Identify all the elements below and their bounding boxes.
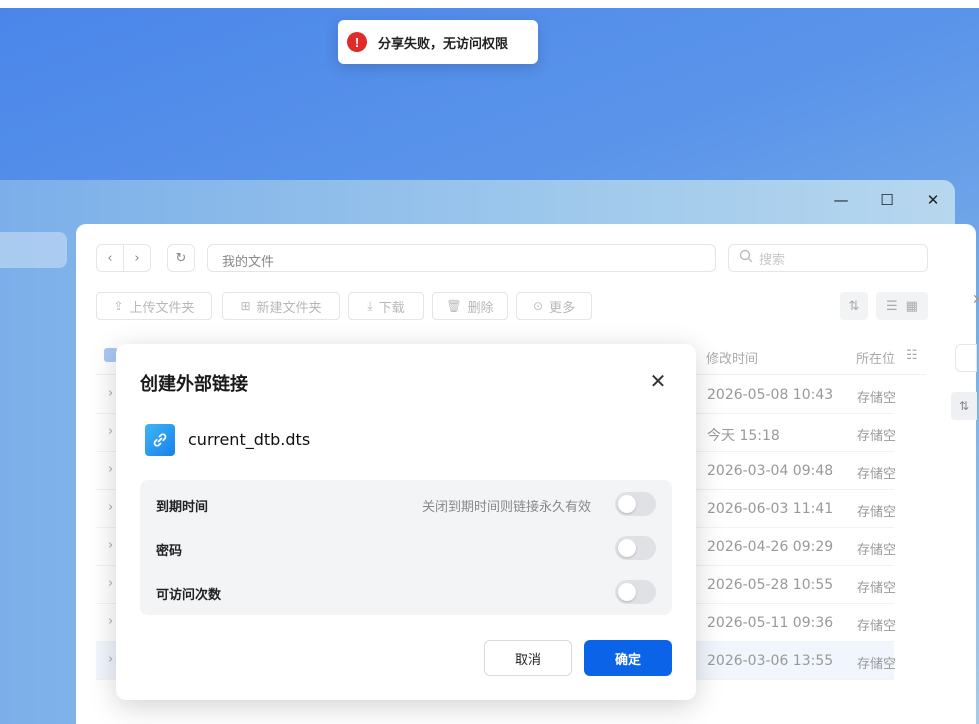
location-cell: 存储空 bbox=[857, 619, 897, 634]
top-strip bbox=[0, 0, 979, 8]
password-toggle[interactable] bbox=[615, 536, 656, 560]
maximize-icon: ☐ bbox=[880, 191, 894, 209]
confirm-button[interactable]: 确定 bbox=[584, 640, 672, 676]
grid-view-icon[interactable]: ▦ bbox=[906, 299, 918, 314]
access-count-label: 可访问次数 bbox=[156, 588, 222, 603]
close-window-button[interactable]: ✕ bbox=[919, 186, 947, 214]
modified-cell: 2026-03-06 13:55 bbox=[707, 653, 834, 669]
error-toast: ! 分享失败，无访问权限 bbox=[338, 20, 538, 64]
minimize-button[interactable]: — bbox=[827, 186, 855, 214]
delete-button[interactable]: 🗑 删除 bbox=[432, 292, 508, 320]
download-button[interactable]: ⤓ 下载 bbox=[348, 292, 424, 320]
expand-icon[interactable]: › bbox=[108, 614, 113, 629]
minimize-icon: — bbox=[833, 191, 849, 209]
expand-icon[interactable]: › bbox=[108, 424, 113, 439]
expand-icon[interactable]: › bbox=[108, 462, 113, 477]
sidebar-selected-item[interactable] bbox=[0, 232, 67, 268]
password-label: 密码 bbox=[156, 544, 183, 559]
cancel-button[interactable]: 取消 bbox=[484, 640, 572, 676]
forward-button[interactable]: › bbox=[123, 244, 151, 272]
modified-cell: 2026-06-03 11:41 bbox=[707, 501, 834, 517]
modified-cell: 2026-05-11 09:36 bbox=[707, 615, 834, 631]
link-file-icon bbox=[145, 424, 175, 456]
upload-icon: ⇪ bbox=[113, 299, 124, 313]
search-icon bbox=[739, 249, 753, 267]
refresh-button[interactable]: ↻ bbox=[167, 244, 195, 272]
modified-cell: 2026-04-26 09:29 bbox=[707, 539, 834, 555]
close-icon: ✕ bbox=[926, 191, 940, 209]
location-cell: 存储空 bbox=[857, 391, 897, 406]
modified-cell: 2026-03-04 09:48 bbox=[707, 463, 834, 479]
chevron-right-icon: › bbox=[134, 250, 140, 266]
expiry-label: 到期时间 bbox=[156, 500, 209, 515]
toggle-knob bbox=[618, 495, 636, 513]
expand-icon[interactable]: › bbox=[108, 652, 113, 667]
path-breadcrumb[interactable]: 我的文件 bbox=[207, 244, 716, 272]
sort-button[interactable]: ⇅ bbox=[840, 292, 868, 320]
back-button[interactable]: ‹ bbox=[96, 244, 124, 272]
search-placeholder: 搜索 bbox=[759, 252, 786, 268]
download-icon: ⤓ bbox=[367, 298, 373, 313]
location-cell: 存储空 bbox=[857, 543, 897, 558]
list-view-icon[interactable]: ☰ bbox=[886, 299, 898, 314]
chevron-left-icon: ‹ bbox=[107, 250, 113, 266]
trash-icon: 🗑 bbox=[446, 299, 462, 313]
file-name: current_dtb.dts bbox=[188, 430, 311, 449]
toggle-knob bbox=[618, 583, 636, 601]
side-panel-close-icon[interactable]: ✕ bbox=[972, 292, 979, 308]
error-icon: ! bbox=[347, 32, 367, 52]
toggle-knob bbox=[618, 539, 636, 557]
column-settings-icon[interactable]: ☷ bbox=[906, 348, 918, 363]
close-icon: ✕ bbox=[649, 369, 667, 393]
modified-cell: 2026-05-08 10:43 bbox=[707, 387, 834, 403]
column-location[interactable]: 所在位 bbox=[856, 348, 895, 367]
location-cell: 存储空 bbox=[857, 429, 897, 444]
search-input[interactable]: 搜索 bbox=[728, 244, 928, 272]
location-cell: 存储空 bbox=[857, 467, 897, 482]
new-folder-button[interactable]: ⊞ 新建文件夹 bbox=[222, 292, 340, 320]
folder-plus-icon: ⊞ bbox=[240, 299, 251, 313]
location-cell: 存储空 bbox=[857, 581, 897, 596]
sort-icon: ⇅ bbox=[848, 298, 860, 314]
more-icon: ⊙ bbox=[532, 299, 544, 313]
expand-icon[interactable]: › bbox=[108, 386, 113, 401]
modified-cell: 今天 15:18 bbox=[707, 428, 780, 444]
dialog-close-button[interactable]: ✕ bbox=[645, 368, 671, 394]
location-cell: 存储空 bbox=[857, 505, 897, 520]
column-modified[interactable]: 修改时间 bbox=[706, 348, 758, 367]
location-cell: 存储空 bbox=[857, 657, 897, 672]
expand-icon[interactable]: › bbox=[108, 538, 113, 553]
side-panel-input[interactable] bbox=[955, 344, 977, 372]
maximize-button[interactable]: ☐ bbox=[873, 186, 901, 214]
refresh-icon: ↻ bbox=[175, 250, 187, 266]
expand-icon[interactable]: › bbox=[108, 576, 113, 591]
side-panel-sort-icon[interactable]: ⇅ bbox=[951, 392, 977, 420]
more-button[interactable]: ⊙ 更多 bbox=[516, 292, 592, 320]
dialog-title: 创建外部链接 bbox=[140, 374, 248, 395]
toast-message: 分享失败，无访问权限 bbox=[378, 36, 509, 52]
expiry-toggle[interactable] bbox=[615, 492, 656, 516]
access-count-toggle[interactable] bbox=[615, 580, 656, 604]
modified-cell: 2026-05-28 10:55 bbox=[707, 577, 834, 593]
expand-icon[interactable]: › bbox=[108, 500, 113, 515]
view-toggle[interactable]: ☰ ▦ bbox=[876, 292, 928, 320]
expiry-hint: 关闭到期时间则链接永久有效 bbox=[422, 500, 592, 515]
upload-folder-button[interactable]: ⇪ 上传文件夹 bbox=[96, 292, 212, 320]
